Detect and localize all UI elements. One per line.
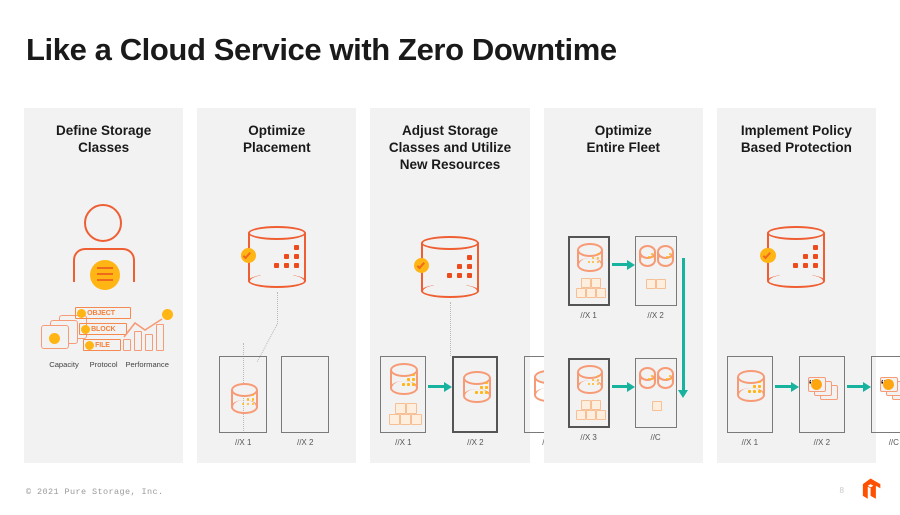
rack-label: //X 1 <box>580 311 597 320</box>
fleet-flow-arrow <box>678 258 689 398</box>
flow-arrow <box>611 259 635 270</box>
panel-artwork: //X 1 //X 2 <box>197 108 356 463</box>
resource-cubes-icon <box>645 279 668 290</box>
resource-cubes-icon <box>575 278 606 300</box>
panel-adjust-storage-classes[interactable]: Adjust Storage Classes and Utilize New R… <box>370 108 571 463</box>
rack-label: //X 1 <box>741 438 759 447</box>
faded-cylinder-icon <box>656 245 674 267</box>
rack-box-highlighted[interactable] <box>567 358 610 428</box>
rack-box[interactable] <box>219 356 268 433</box>
rack-label: //X 1 <box>234 438 252 447</box>
faded-cylinder-icon <box>390 363 419 395</box>
rack-label: //X 2 <box>467 438 484 447</box>
panel-row: Define Storage Classes Capacity OBJECT B… <box>24 108 900 463</box>
feature-label: Performance <box>125 360 169 369</box>
rack-box-highlighted[interactable] <box>452 356 499 433</box>
rack-label: //X 1 <box>395 438 412 447</box>
person-icon <box>72 204 135 290</box>
rack-box[interactable] <box>798 356 845 433</box>
faded-cylinder-icon <box>231 383 259 414</box>
panel-artwork: //X 1 <box>544 108 703 463</box>
person-head <box>83 204 122 242</box>
faded-cylinder-icon <box>576 365 603 394</box>
dotted-connector <box>276 292 278 324</box>
rack-box-highlighted[interactable] <box>567 236 610 306</box>
panel-optimize-placement[interactable]: Optimize Placement //X 1 //X 2 <box>197 108 357 463</box>
flow-arrow <box>428 381 453 392</box>
panel-define-storage-classes[interactable]: Define Storage Classes Capacity OBJECT B… <box>24 108 184 463</box>
bar-chart-trend-icon <box>115 307 179 353</box>
feature-trio: Capacity OBJECT BLOCK FILE Protocol Perf… <box>24 307 183 449</box>
rack-label: //X 3 <box>580 433 597 442</box>
bottom-bar <box>0 509 900 515</box>
rack-box[interactable] <box>281 356 330 433</box>
rack-label: //X 2 <box>296 438 314 447</box>
storage-cylinder-icon <box>760 226 826 288</box>
slide: Like a Cloud Service with Zero Downtime … <box>0 0 900 515</box>
resource-cubes-icon <box>388 403 423 427</box>
panel-artwork: //X 1 <box>370 108 571 463</box>
panel-implement-policy-based-protection[interactable]: Implement Policy Based Protection //X 1 … <box>716 108 900 463</box>
rack-box[interactable] <box>870 356 900 433</box>
panel-optimize-entire-fleet[interactable]: Optimize Entire Fleet //X 1 //X 2 //X 3 … <box>543 108 703 463</box>
faded-cylinder-icon <box>463 371 492 403</box>
storage-badge-icon <box>89 260 120 290</box>
faded-cylinder-icon <box>638 245 656 267</box>
flow-arrow <box>774 381 799 392</box>
rack-label: //C <box>888 438 899 447</box>
rack-box[interactable] <box>634 236 677 306</box>
rack-box[interactable] <box>634 358 677 428</box>
resource-cubes-icon <box>575 400 606 422</box>
faded-cylinder-icon <box>638 367 656 389</box>
rack-label: //C <box>650 433 661 442</box>
flow-arrow <box>611 381 635 392</box>
storage-cylinder-icon <box>414 236 479 298</box>
rack-box[interactable] <box>726 356 773 433</box>
dotted-connector <box>450 302 451 356</box>
panel-artwork: Capacity OBJECT BLOCK FILE Protocol Perf… <box>24 108 183 463</box>
page-number: 8 <box>839 486 844 495</box>
copyright-text: © 2021 Pure Storage, Inc. <box>26 487 164 497</box>
flow-arrow <box>846 381 871 392</box>
snapshot-stack-icon <box>879 377 900 401</box>
faded-cylinder-icon <box>736 370 765 402</box>
pure-storage-logo <box>858 476 884 502</box>
page-title: Like a Cloud Service with Zero Downtime <box>26 32 617 67</box>
faded-cylinder-icon <box>576 243 603 272</box>
rack-label: //X 2 <box>647 311 664 320</box>
rack-label: //X 2 <box>813 438 831 447</box>
rack-box[interactable] <box>380 356 427 433</box>
storage-cylinder-icon <box>240 226 306 288</box>
panel-artwork: //X 1 //X 2 <box>717 108 900 463</box>
snapshot-stack-icon <box>807 377 840 401</box>
faded-cylinder-icon <box>656 367 674 389</box>
resource-cubes-icon <box>651 401 663 412</box>
